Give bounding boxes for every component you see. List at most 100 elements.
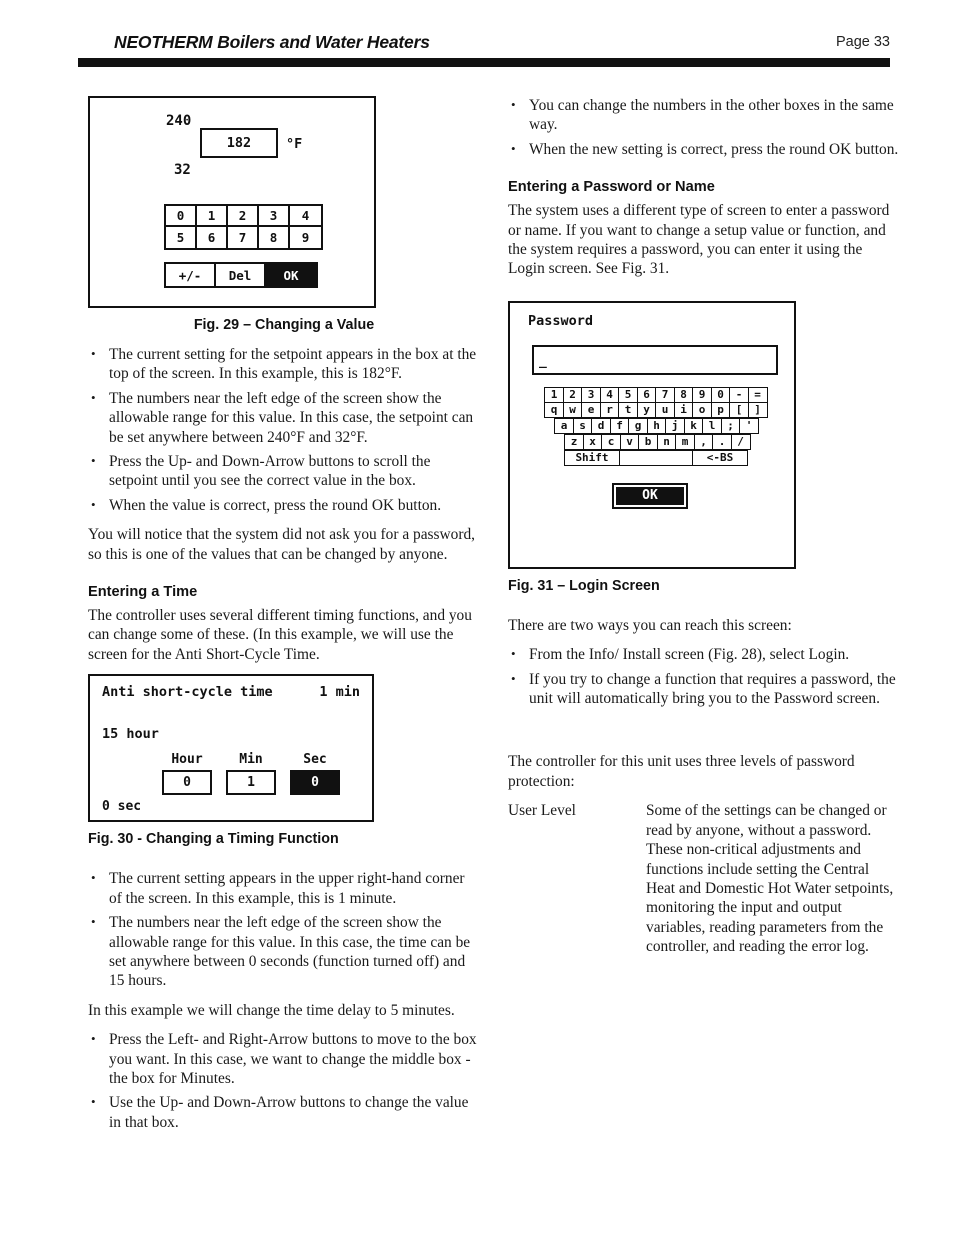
- key-minus[interactable]: -: [729, 386, 749, 403]
- key-u[interactable]: u: [655, 401, 675, 418]
- shift-key[interactable]: Shift: [564, 449, 620, 466]
- hour-field-group: Hour 0: [162, 752, 212, 796]
- key-apostrophe[interactable]: ': [739, 417, 759, 434]
- list-item: The current setting appears in the upper…: [88, 868, 480, 908]
- key-x[interactable]: x: [582, 433, 603, 450]
- list-item: You can change the numbers in the other …: [508, 95, 900, 135]
- figure-31-caption: Fig. 31 – Login Screen: [508, 577, 660, 594]
- reach-screen-bullet-list: From the Info/ Install screen (Fig. 28),…: [508, 644, 900, 708]
- key-4[interactable]: 4: [599, 386, 620, 403]
- keypad-key[interactable]: 6: [197, 227, 228, 248]
- key-1[interactable]: 1: [544, 386, 564, 403]
- list-item: When the value is correct, press the rou…: [88, 495, 480, 515]
- list-item: Press the Up- and Down-Arrow buttons to …: [88, 451, 480, 491]
- minute-label: Min: [239, 752, 263, 768]
- key-o[interactable]: o: [692, 401, 712, 418]
- keypad-key[interactable]: 1: [197, 206, 228, 227]
- key-d[interactable]: d: [591, 417, 611, 434]
- figure-29-controller-screen: 240 182 °F 32 0 1 2 3 4 5 6 7 8 9 +/- De…: [88, 96, 376, 308]
- key-7[interactable]: 7: [655, 386, 675, 403]
- key-2[interactable]: 2: [562, 386, 583, 403]
- user-level-definition-row: User Level Some of the settings can be c…: [508, 801, 900, 956]
- key-i[interactable]: i: [673, 401, 694, 418]
- key-f[interactable]: f: [609, 417, 630, 434]
- minute-value-box[interactable]: 1: [226, 770, 276, 796]
- list-item: The numbers near the left edge of the sc…: [88, 912, 480, 991]
- key-slash[interactable]: /: [730, 433, 751, 450]
- key-period[interactable]: .: [712, 433, 732, 450]
- minute-field-group: Min 1: [226, 752, 276, 796]
- keypad-key[interactable]: 4: [290, 206, 321, 227]
- ok-button[interactable]: OK: [266, 264, 316, 286]
- list-item: The numbers near the left edge of the sc…: [88, 388, 480, 447]
- keypad-key[interactable]: 0: [166, 206, 197, 227]
- key-5[interactable]: 5: [618, 386, 638, 403]
- second-field-group: Sec 0: [290, 752, 340, 796]
- key-q[interactable]: q: [544, 401, 564, 418]
- figure-29-bullet-list: The current setting for the setpoint app…: [88, 344, 480, 515]
- key-bracket-left[interactable]: [: [729, 401, 749, 418]
- key-y[interactable]: y: [636, 401, 657, 418]
- figure-30-bullet-list: The current setting appears in the upper…: [88, 868, 480, 991]
- sign-toggle-button[interactable]: +/-: [166, 264, 216, 286]
- key-p[interactable]: p: [710, 401, 731, 418]
- keypad-key[interactable]: 7: [228, 227, 259, 248]
- user-level-term: User Level: [508, 802, 576, 820]
- entering-a-time-heading: Entering a Time: [88, 584, 198, 601]
- key-6[interactable]: 6: [636, 386, 657, 403]
- key-n[interactable]: n: [656, 433, 677, 450]
- key-c[interactable]: c: [601, 433, 621, 450]
- key-b[interactable]: b: [638, 433, 658, 450]
- page-header: NEOTHERM Boilers and Water Heaters Page …: [78, 32, 890, 78]
- timing-function-title: Anti short-cycle time: [102, 684, 273, 701]
- key-a[interactable]: a: [554, 417, 574, 434]
- key-comma[interactable]: ,: [693, 433, 714, 450]
- keyboard-home-row: a s d f g h j k l ; ': [554, 417, 759, 434]
- key-semicolon[interactable]: ;: [720, 417, 741, 434]
- key-9[interactable]: 9: [692, 386, 712, 403]
- key-m[interactable]: m: [675, 433, 695, 450]
- setpoint-value-box[interactable]: 182: [200, 128, 278, 158]
- key-k[interactable]: k: [683, 417, 704, 434]
- password-input[interactable]: _: [532, 344, 778, 375]
- timing-range-low: 0 sec: [102, 799, 142, 815]
- login-ok-button[interactable]: OK: [612, 482, 688, 509]
- key-0[interactable]: 0: [710, 386, 731, 403]
- key-s[interactable]: s: [572, 417, 593, 434]
- top-bullet-list: You can change the numbers in the other …: [508, 95, 900, 159]
- keypad-row-top: 0 1 2 3 4: [166, 206, 321, 227]
- keypad-key[interactable]: 9: [290, 227, 321, 248]
- key-w[interactable]: w: [562, 401, 583, 418]
- left-column: 240 182 °F 32 0 1 2 3 4 5 6 7 8 9 +/- De…: [88, 96, 480, 1142]
- keyboard-number-row: 1 2 3 4 5 6 7 8 9 0 - =: [544, 386, 768, 403]
- key-r[interactable]: r: [599, 401, 620, 418]
- key-e[interactable]: e: [581, 401, 601, 418]
- list-item: Use the Up- and Down-Arrow buttons to ch…: [88, 1092, 480, 1132]
- header-rule: [78, 58, 890, 67]
- backspace-key[interactable]: <-BS: [692, 449, 748, 466]
- key-equals[interactable]: =: [747, 386, 768, 403]
- list-item: The current setting for the setpoint app…: [88, 344, 480, 384]
- setpoint-value: 182: [226, 135, 252, 151]
- key-z[interactable]: z: [564, 433, 584, 450]
- key-t[interactable]: t: [618, 401, 638, 418]
- key-bracket-right[interactable]: ]: [747, 401, 768, 418]
- keypad-key[interactable]: 5: [166, 227, 197, 248]
- key-8[interactable]: 8: [673, 386, 694, 403]
- keypad-key[interactable]: 3: [259, 206, 290, 227]
- key-3[interactable]: 3: [581, 386, 601, 403]
- figure-30-controller-screen: Anti short-cycle time 1 min 15 hour Hour…: [88, 674, 374, 823]
- second-value-box[interactable]: 0: [290, 770, 340, 796]
- hour-value-box[interactable]: 0: [162, 770, 212, 796]
- keypad-key[interactable]: 8: [259, 227, 290, 248]
- key-j[interactable]: j: [665, 417, 685, 434]
- key-v[interactable]: v: [619, 433, 640, 450]
- key-l[interactable]: l: [702, 417, 722, 434]
- key-g[interactable]: g: [628, 417, 648, 434]
- figure-30-bullet-list-2: Press the Left- and Right-Arrow buttons …: [88, 1029, 480, 1132]
- setpoint-range-low: 32: [174, 162, 191, 178]
- space-key[interactable]: [618, 449, 694, 466]
- keypad-key[interactable]: 2: [228, 206, 259, 227]
- delete-button[interactable]: Del: [216, 264, 266, 286]
- key-h[interactable]: h: [646, 417, 667, 434]
